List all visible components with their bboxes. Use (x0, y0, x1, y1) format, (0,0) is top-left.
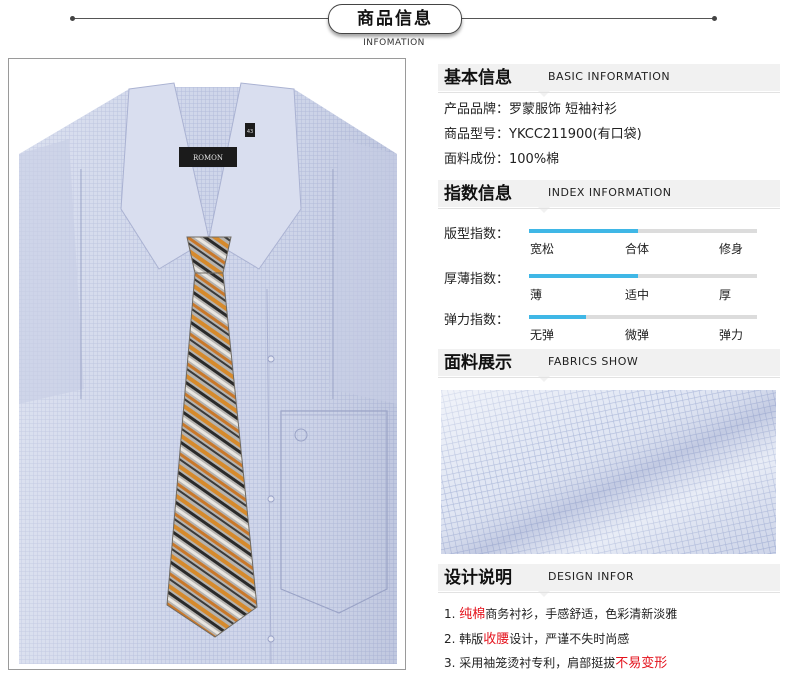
fit-index-bar (529, 229, 757, 233)
thickness-index-bar (529, 274, 757, 278)
fit-index-label: 版型指数： (444, 227, 510, 242)
banner-dot-left (70, 16, 75, 21)
fabric-closeup-image (441, 390, 776, 554)
info-row-model: 商品型号：YKCC211900(有口袋) (444, 127, 642, 142)
size-tag: 43 (247, 129, 253, 135)
fit-index-fill (529, 229, 639, 233)
shirt-illustration: ROMON 43 (19, 82, 397, 665)
highlight-text: 不易变形 (615, 656, 668, 671)
fabrics-header: 面料展示 FABRICS SHOW (438, 349, 780, 382)
fit-tick-regular: 合体 (625, 242, 650, 256)
design-title-en: DESIGN INFOR (548, 570, 634, 583)
section-banner: 商品信息 INFOMATION (0, 0, 790, 52)
thickness-tick-thin: 薄 (530, 288, 543, 302)
basic-info-title-en: BASIC INFORMATION (548, 70, 671, 83)
thickness-index-label: 厚薄指数： (444, 272, 510, 287)
highlight-text: 收腰 (483, 632, 510, 647)
banner-dot-right (712, 16, 717, 21)
elasticity-tick-none: 无弹 (530, 328, 555, 342)
banner-line-left (74, 18, 328, 19)
fabrics-title: 面料展示 (444, 353, 512, 373)
banner-title-pill: 商品信息 (328, 4, 462, 34)
elasticity-index-label: 弹力指数： (444, 313, 510, 328)
elasticity-tick-stretch: 弹力 (719, 328, 744, 342)
product-photo: ROMON 43 (8, 58, 406, 670)
index-info-title-en: INDEX INFORMATION (548, 186, 672, 199)
info-row-material: 面料成份：100%棉 (444, 152, 560, 167)
basic-info-title: 基本信息 (444, 68, 512, 88)
brand-label: ROMON (193, 154, 223, 162)
banner-line-right (460, 18, 714, 19)
highlight-text: 纯棉 (459, 607, 486, 622)
banner-subtitle: INFOMATION (363, 38, 425, 48)
design-header: 设计说明 DESIGN INFOR (438, 564, 780, 597)
index-info-title: 指数信息 (444, 184, 512, 204)
banner-title: 商品信息 (357, 9, 433, 29)
design-row-2: 2. 韩版收腰设计，严谨不失时尚感 (444, 632, 630, 647)
thickness-index-fill (529, 274, 639, 278)
elasticity-index-bar (529, 315, 757, 319)
fit-tick-loose: 宽松 (530, 242, 555, 256)
fit-tick-slim: 修身 (719, 242, 744, 256)
basic-info-header: 基本信息 BASIC INFORMATION (438, 64, 780, 97)
thickness-tick-medium: 适中 (625, 288, 650, 302)
index-info-header: 指数信息 INDEX INFORMATION (438, 180, 780, 213)
thickness-tick-thick: 厚 (719, 288, 732, 302)
elasticity-tick-slight: 微弹 (625, 328, 650, 342)
elasticity-index-fill (529, 315, 586, 319)
design-row-3: 3. 采用袖笼烫衬专利，肩部挺拔不易变形 (444, 656, 668, 671)
fabrics-title-en: FABRICS SHOW (548, 355, 639, 368)
design-row-1: 1. 纯棉商务衬衫，手感舒适，色彩清新淡雅 (444, 607, 678, 622)
design-title: 设计说明 (444, 568, 512, 588)
info-row-brand: 产品品牌：罗蒙服饰 短袖衬衫 (444, 102, 618, 117)
